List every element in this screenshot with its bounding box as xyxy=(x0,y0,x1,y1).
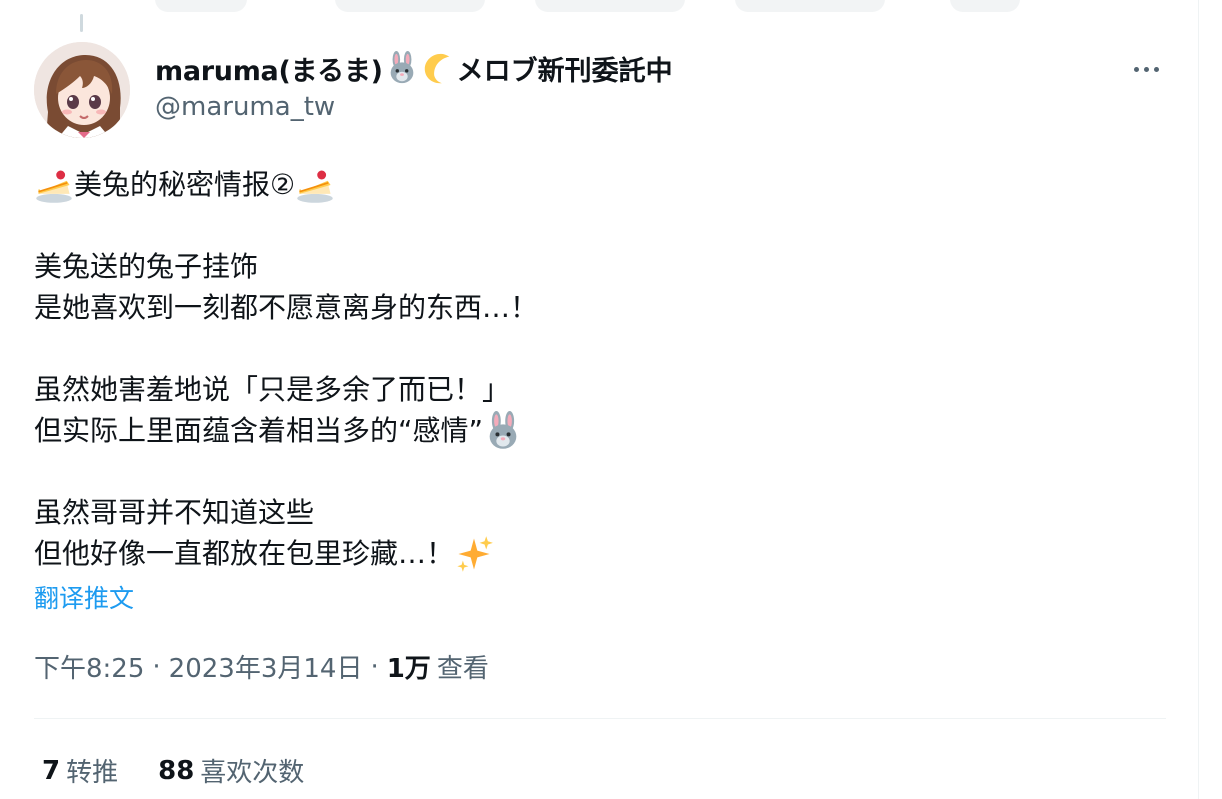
ghost-action xyxy=(155,0,247,12)
likes-count: 88 xyxy=(158,755,195,786)
tweet-line: 但他好像一直都放在包里珍藏…！ xyxy=(34,533,1174,574)
views-count: 1万 xyxy=(386,654,431,684)
display-name-suffix[interactable]: メロブ新刊委託中 xyxy=(457,49,673,88)
ghost-action xyxy=(335,0,485,12)
tweet-line-text: 美兔送的兔子挂饰 xyxy=(34,250,259,283)
author-name-row[interactable]: maruma(まるま) メロブ新刊委託中 xyxy=(155,48,673,88)
more-icon xyxy=(1153,66,1159,72)
meta-separator: · xyxy=(370,651,379,682)
column-border xyxy=(1198,0,1199,799)
tweet-line-text: 美兔的秘密情报② xyxy=(74,168,296,201)
thread-connector-line xyxy=(80,14,83,32)
display-name[interactable]: maruma(まるま) xyxy=(155,49,383,88)
rabbit-face-icon xyxy=(483,410,523,451)
divider xyxy=(34,718,1166,719)
more-icon xyxy=(1133,66,1139,72)
user-handle[interactable]: @maruma_tw xyxy=(155,92,335,122)
retweets-label: 转推 xyxy=(66,758,119,788)
tweet-text: 美兔的秘密情报② 美兔送的兔子挂饰 是她喜欢到一刻都不愿意离身的东西…！ 虽然她… xyxy=(34,164,1174,574)
tweet-line-text: 但他好像一直都放在包里珍藏…！ xyxy=(34,537,455,570)
more-icon xyxy=(1143,66,1149,72)
tweet-line: 虽然哥哥并不知道这些 xyxy=(34,492,1174,533)
tweet-date[interactable]: 2023年3月14日 xyxy=(169,648,363,685)
previous-tweet-actions-strip xyxy=(0,0,1198,12)
rabbit-face-icon xyxy=(385,51,419,85)
ghost-action xyxy=(950,0,1020,12)
translate-tweet-link[interactable]: 翻译推文 xyxy=(34,579,134,615)
avatar[interactable] xyxy=(34,42,130,138)
retweets-count: 7 xyxy=(42,755,61,786)
meta-separator: · xyxy=(152,651,161,682)
tweet-line: 美兔的秘密情报② xyxy=(34,164,1174,205)
tweet-line-text: 但实际上里面蕴含着相当多的“感情” xyxy=(34,414,484,447)
engagement-stats: 7 转推 88 喜欢次数 xyxy=(42,752,304,789)
shortcake-icon xyxy=(34,165,74,205)
tweet-line: 但实际上里面蕴含着相当多的“感情” xyxy=(34,410,1174,451)
likes-label: 喜欢次数 xyxy=(200,758,305,788)
sparkles-icon xyxy=(454,534,494,574)
tweet-detail: maruma(まるま) メロブ新刊委託中 @maruma_tw 美兔的秘密情报②… xyxy=(0,0,1222,799)
tweet-meta: 下午8:25 · 2023年3月14日 · 1万 查看 xyxy=(34,648,489,685)
tweet-line-text: 虽然她害羞地说「只是多余了而已！」 xyxy=(34,373,511,406)
ghost-action xyxy=(535,0,685,12)
tweet-time[interactable]: 下午8:25 xyxy=(34,648,144,685)
likes-stat[interactable]: 88 喜欢次数 xyxy=(158,752,304,789)
tweet-line: 是她喜欢到一刻都不愿意离身的东西…！ xyxy=(34,287,1174,328)
retweets-stat[interactable]: 7 转推 xyxy=(42,752,118,789)
views-label: 查看 xyxy=(436,654,489,684)
tweet-line-text: 虽然哥哥并不知道这些 xyxy=(34,496,315,529)
crescent-moon-icon xyxy=(421,51,455,85)
shortcake-icon xyxy=(295,165,335,205)
more-options-button[interactable] xyxy=(1126,54,1166,84)
avatar-image xyxy=(34,42,130,138)
tweet-line-text: 是她喜欢到一刻都不愿意离身的东西…！ xyxy=(34,291,539,324)
tweet-line: 虽然她害羞地说「只是多余了而已！」 xyxy=(34,369,1174,410)
ghost-action xyxy=(735,0,885,12)
tweet-line: 美兔送的兔子挂饰 xyxy=(34,246,1174,287)
